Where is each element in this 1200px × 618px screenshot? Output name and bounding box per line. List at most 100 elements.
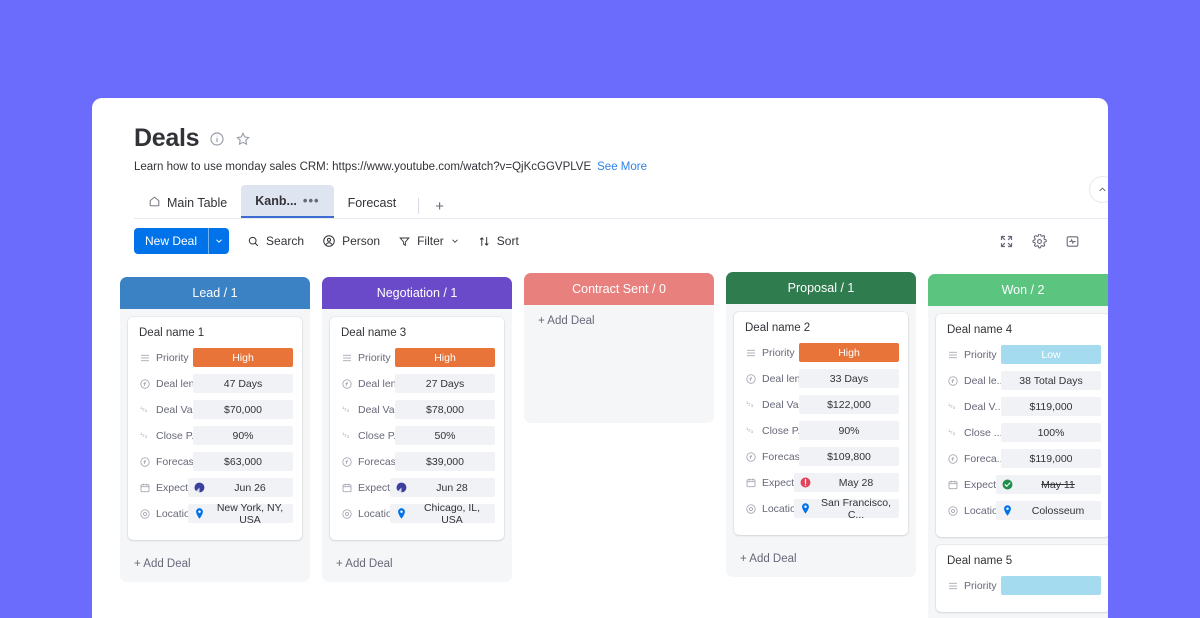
column-header[interactable]: Negotiation / 1	[322, 277, 512, 309]
deal-field-value[interactable]: High	[799, 343, 899, 362]
deal-field-row: Deal le...38 Total Days	[945, 371, 1101, 390]
deal-field-value[interactable]: High	[193, 348, 293, 367]
deal-field-value[interactable]: Low	[1001, 345, 1101, 364]
deal-field-value[interactable]: 33 Days	[799, 369, 899, 388]
person-filter-button[interactable]: Person	[322, 234, 380, 248]
deal-field-value[interactable]: San Francisco, C...	[794, 499, 899, 518]
column-title: Negotiation / 1	[377, 286, 458, 300]
deal-card[interactable]: Deal name 4PriorityLowDeal le...38 Total…	[936, 314, 1108, 537]
deal-field-value[interactable]: 90%	[799, 421, 899, 440]
deal-card[interactable]: Deal name 1PriorityHighDeal len...47 Day…	[128, 317, 302, 540]
deal-card[interactable]: Deal name 3 PriorityHigh Deal len...27 Day…	[330, 317, 504, 540]
filter-button[interactable]: Filter	[398, 234, 460, 248]
heart-monitor-icon[interactable]	[1065, 234, 1080, 249]
deal-field-label: Deal len...	[358, 378, 395, 390]
deal-field-value[interactable]: 90%	[193, 426, 293, 445]
deal-card[interactable]: Deal name 5Priority	[936, 545, 1108, 612]
deal-field-value[interactable]: $109,800	[799, 447, 899, 466]
tab-divider	[418, 198, 419, 214]
deal-field-label: Location	[358, 508, 390, 520]
tab-kanban[interactable]: Kanb... •••	[241, 185, 333, 218]
deal-card[interactable]: Deal name 2PriorityHighDeal len...33 Day…	[734, 312, 908, 535]
deal-field-row: PriorityHigh	[339, 348, 495, 367]
deal-field-row: Forecas...$109,800	[743, 447, 899, 466]
deal-field-value[interactable]: Jun 28	[390, 478, 495, 497]
sort-icon	[478, 235, 491, 248]
deal-field-value-text: 33 Days	[799, 373, 899, 385]
expand-icon[interactable]	[999, 234, 1014, 249]
column-title: Contract Sent / 0	[572, 282, 666, 296]
deal-field-value[interactable]: Colosseum	[996, 501, 1101, 520]
deal-field-row: LocationColosseum	[945, 501, 1101, 520]
deal-field-value[interactable]: High	[395, 348, 495, 367]
deal-field-value[interactable]: New York, NY, USA	[188, 504, 293, 523]
deal-field-value[interactable]: $119,000	[1001, 449, 1101, 468]
add-deal-button[interactable]: + Add Deal	[726, 543, 916, 577]
deal-field-value-text: 50%	[395, 430, 495, 442]
info-circle-icon[interactable]	[209, 131, 225, 147]
column-header[interactable]: Proposal / 1	[726, 272, 916, 304]
deal-field-value[interactable]: 27 Days	[395, 374, 495, 393]
deal-field-value-text: Colosseum	[1019, 505, 1101, 517]
new-deal-button[interactable]: New Deal	[134, 228, 229, 254]
see-more-link[interactable]: See More	[597, 161, 647, 173]
deal-field-value[interactable]: $119,000	[1001, 397, 1101, 416]
deal-card-title: Deal name 2	[745, 322, 899, 334]
deal-field-value[interactable]: 47 Days	[193, 374, 293, 393]
column-header[interactable]: Lead / 1	[120, 277, 310, 309]
tab-label: Main Table	[167, 196, 227, 210]
chevron-down-icon[interactable]	[450, 236, 460, 246]
deal-field-value-text: New York, NY, USA	[211, 502, 293, 526]
add-view-button[interactable]: +	[427, 195, 452, 218]
map-pin-icon	[395, 507, 408, 520]
deal-field-value[interactable]: May 11	[996, 475, 1101, 494]
tab-forecast[interactable]: Forecast	[334, 187, 411, 218]
map-pin-icon	[193, 507, 206, 520]
deal-field-value[interactable]	[1001, 576, 1101, 595]
subtitle-row: Learn how to use monday sales CRM: https…	[134, 161, 1108, 173]
deal-field-value-text: 100%	[1001, 427, 1101, 439]
deal-field-value[interactable]: Chicago, IL, USA	[390, 504, 495, 523]
tab-main-table[interactable]: Main Table	[134, 187, 241, 218]
star-icon[interactable]	[235, 131, 251, 147]
column-header[interactable]: Won / 2	[928, 274, 1108, 306]
deal-field-value[interactable]: 100%	[1001, 423, 1101, 442]
new-deal-caret[interactable]	[209, 228, 229, 254]
calendar-icon	[743, 477, 758, 489]
formula-icon	[945, 453, 960, 465]
deal-field-value[interactable]: Jun 26	[188, 478, 293, 497]
deal-field-label: Expect...	[964, 479, 996, 491]
deal-field-value[interactable]: $63,000	[193, 452, 293, 471]
deal-field-label: Forecas...	[156, 456, 193, 468]
half-circle-icon	[395, 481, 408, 494]
deal-field-value-text: High	[799, 347, 899, 359]
deal-field-value[interactable]: $70,000	[193, 400, 293, 419]
add-deal-button[interactable]: + Add Deal	[322, 548, 512, 582]
deal-field-value[interactable]: $122,000	[799, 395, 899, 414]
deal-field-value-text: $70,000	[193, 404, 293, 416]
column-body: + Add Deal	[524, 305, 714, 423]
page-header: Deals Learn how to use monday sales CRM:…	[92, 98, 1108, 219]
numbers-icon: 123	[743, 399, 758, 411]
deal-field-label: Close P...	[156, 430, 193, 442]
home-icon	[148, 195, 161, 211]
deal-card-title: Deal name 3	[341, 327, 495, 339]
collapse-header-button[interactable]	[1089, 176, 1108, 203]
tab-menu-icon[interactable]: •••	[303, 197, 320, 205]
deal-field-value[interactable]: May 28	[794, 473, 899, 492]
deal-field-value[interactable]: $39,000	[395, 452, 495, 471]
kanban-column: Proposal / 1 Deal name 2PriorityHighDeal …	[726, 272, 916, 577]
filter-label: Filter	[417, 234, 444, 248]
column-body: Deal name 1PriorityHighDeal len...47 Day…	[120, 309, 310, 582]
sort-button[interactable]: Sort	[478, 234, 519, 248]
location-icon	[339, 508, 354, 520]
deal-field-value[interactable]: 38 Total Days	[1001, 371, 1101, 390]
gear-icon[interactable]	[1032, 234, 1047, 249]
deal-field-value[interactable]: 50%	[395, 426, 495, 445]
add-deal-button[interactable]: + Add Deal	[120, 548, 310, 582]
add-deal-button[interactable]: + Add Deal	[524, 305, 714, 339]
half-circle-icon	[193, 481, 206, 494]
search-button[interactable]: Search	[247, 234, 304, 248]
column-header[interactable]: Contract Sent / 0	[524, 273, 714, 305]
deal-field-value[interactable]: $78,000	[395, 400, 495, 419]
